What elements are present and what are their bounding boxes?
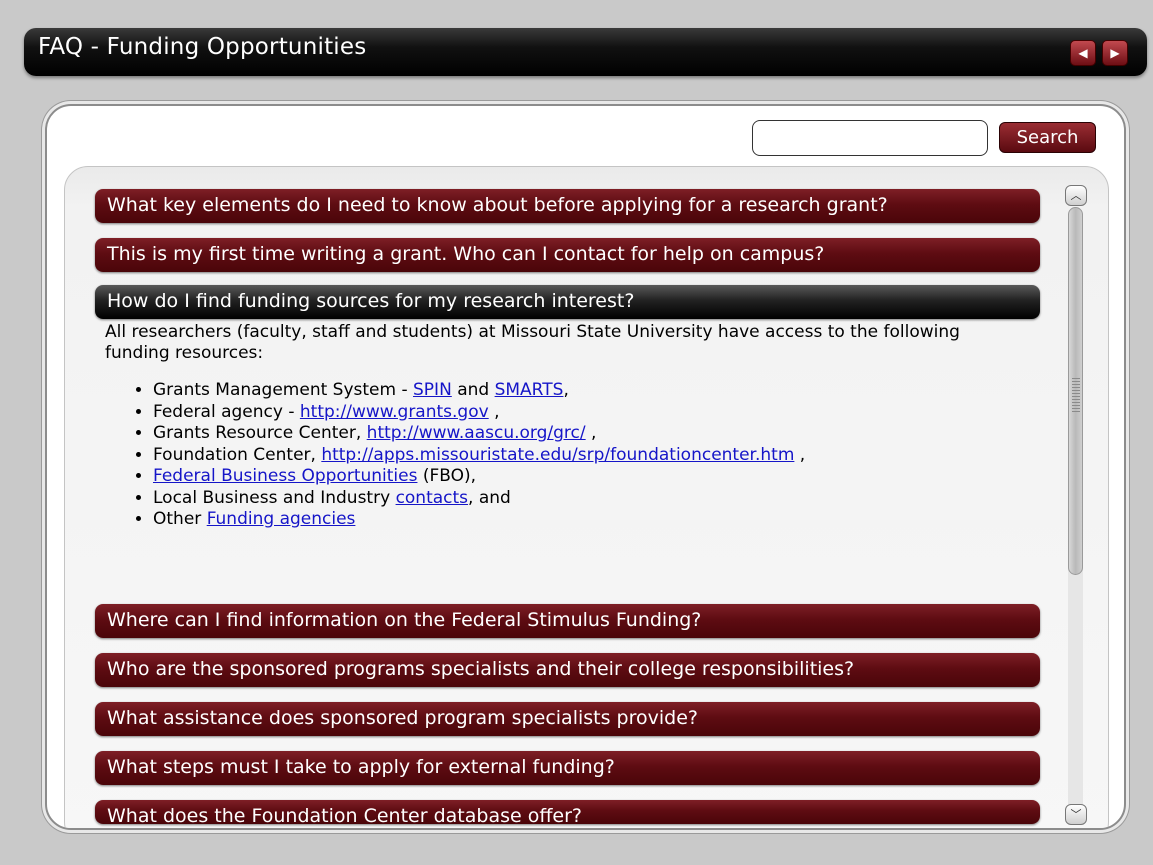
faq-question[interactable]: What does the Foundation Center database… [95,800,1040,824]
vertical-scrollbar[interactable]: ︿ ﹀ [1065,185,1087,825]
chevron-up-icon: ︿ [1070,189,1082,202]
funding-agencies-link[interactable]: Funding agencies [207,509,356,529]
next-page-button[interactable]: ▶ [1102,40,1128,66]
list-item: Local Business and Industry contacts, an… [153,488,1005,510]
list-item: Grants Management System - SPIN and SMAR… [153,380,1005,402]
faq-question[interactable]: What assistance does sponsored program s… [95,702,1040,736]
scroll-track[interactable] [1068,207,1083,819]
faq-question[interactable]: Where can I find information on the Fede… [95,604,1040,638]
faq-question[interactable]: What steps must I take to apply for exte… [95,751,1040,785]
search-input[interactable] [752,120,988,156]
grc-link[interactable]: http://www.aascu.org/grc/ [367,423,586,443]
chevron-down-icon: ﹀ [1070,808,1082,821]
faq-question[interactable]: Who are the sponsored programs specialis… [95,653,1040,687]
smarts-link[interactable]: SMARTS [495,380,564,400]
right-arrow-icon: ▶ [1110,46,1120,60]
faq-question[interactable]: What key elements do I need to know abou… [95,189,1040,223]
fbo-link[interactable]: Federal Business Opportunities [153,466,417,486]
resource-list: Grants Management System - SPIN and SMAR… [105,380,1005,531]
list-item: Federal Business Opportunities (FBO), [153,466,1005,488]
grants-gov-link[interactable]: http://www.grants.gov [300,402,489,422]
grip-icon [1072,378,1080,414]
answer-intro: All researchers (faculty, staff and stud… [105,322,960,363]
foundation-center-link[interactable]: http://apps.missouristate.edu/srp/founda… [321,445,794,465]
scroll-down-button[interactable]: ﹀ [1065,804,1087,825]
left-arrow-icon: ◀ [1078,46,1088,60]
scroll-thumb[interactable] [1068,207,1083,575]
contacts-link[interactable]: contacts [396,488,468,508]
list-item: Foundation Center, http://apps.missouris… [153,445,1005,467]
list-item: Other Funding agencies [153,509,1005,531]
faq-answer: All researchers (faculty, staff and stud… [105,322,1005,531]
previous-page-button[interactable]: ◀ [1070,40,1096,66]
page-title: FAQ - Funding Opportunities [38,34,367,60]
faq-list: What key elements do I need to know abou… [64,166,1109,828]
scroll-up-button[interactable]: ︿ [1065,185,1087,206]
list-item: Grants Resource Center, http://www.aascu… [153,423,1005,445]
faq-panel: Search What key elements do I need to kn… [45,104,1126,830]
title-bar: FAQ - Funding Opportunities ◀ ▶ [24,28,1147,76]
spin-link[interactable]: SPIN [413,380,452,400]
list-item: Federal agency - http://www.grants.gov , [153,402,1005,424]
faq-question[interactable]: This is my first time writing a grant. W… [95,238,1040,272]
search-button[interactable]: Search [999,122,1096,153]
faq-question-active[interactable]: How do I find funding sources for my res… [95,285,1040,319]
